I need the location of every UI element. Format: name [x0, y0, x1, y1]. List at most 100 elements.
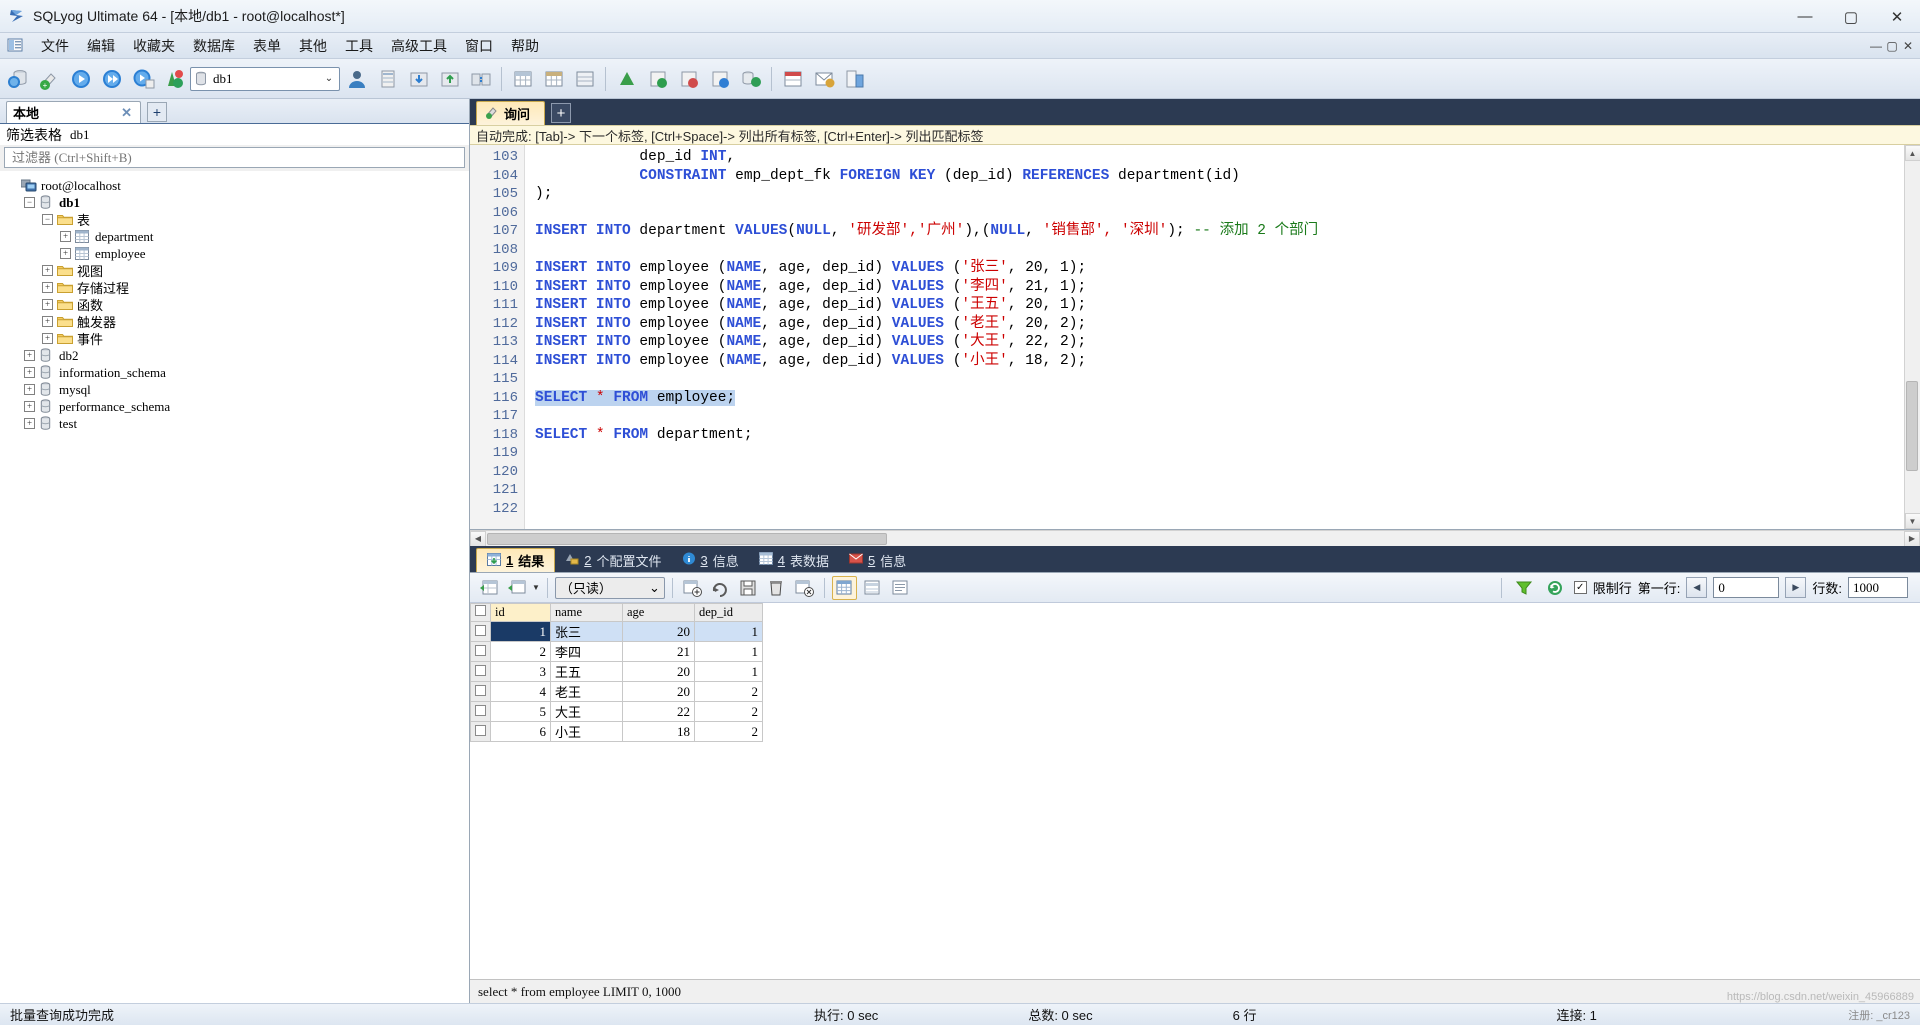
grid-mode-select[interactable]: （只读） ⌄	[554, 576, 665, 599]
notification-icon[interactable]	[809, 64, 838, 94]
mdi-close-button[interactable]: ✕	[1900, 37, 1916, 55]
filter-input-wrapper[interactable]	[4, 147, 465, 168]
save-record-icon[interactable]	[736, 576, 761, 600]
import-external-icon[interactable]	[612, 64, 641, 94]
cell-name[interactable]: 老王	[550, 681, 623, 702]
menu-item-2[interactable]: 收藏夹	[124, 34, 184, 58]
scheduler-icon[interactable]	[778, 64, 807, 94]
cell-id[interactable]: 6	[490, 721, 551, 742]
export-csv-icon[interactable]	[643, 64, 672, 94]
table-row[interactable]: 6 小王 18 2	[470, 721, 763, 742]
menu-item-8[interactable]: 窗口	[456, 34, 502, 58]
scroll-right-icon[interactable]: ▶	[1904, 530, 1920, 547]
tree-node-test[interactable]: + test	[0, 415, 469, 432]
result-tab-3[interactable]: 3 信息	[672, 548, 749, 572]
cell-id[interactable]: 3	[490, 661, 551, 682]
close-icon[interactable]: ✕	[119, 105, 134, 121]
add-connection-tab-button[interactable]: +	[147, 102, 167, 122]
code-line[interactable]: INSERT INTO employee (NAME, age, dep_id)…	[535, 278, 1904, 297]
row-count-input[interactable]	[1848, 577, 1908, 598]
menu-item-5[interactable]: 其他	[290, 34, 336, 58]
chevron-down-icon[interactable]: ▼	[532, 583, 540, 592]
cell-name[interactable]: 小王	[550, 721, 623, 742]
new-query-icon[interactable]: +	[35, 64, 64, 94]
code-line[interactable]: SELECT * FROM department;	[535, 426, 1904, 445]
database-selector[interactable]: db1 ⌄	[190, 66, 340, 91]
schema-designer-icon[interactable]	[373, 64, 402, 94]
menu-item-6[interactable]: 工具	[336, 34, 382, 58]
expand-icon[interactable]: +	[24, 367, 35, 378]
refresh-icon[interactable]	[1543, 576, 1568, 600]
expand-icon[interactable]: +	[60, 248, 71, 259]
tree-node-employee[interactable]: + employee	[0, 245, 469, 262]
editor-vertical-scrollbar[interactable]: ▲ ▼	[1904, 145, 1920, 529]
code-line[interactable]	[535, 241, 1904, 260]
add-query-tab-button[interactable]: +	[551, 103, 572, 123]
code-line[interactable]: SELECT * FROM employee;	[535, 389, 1904, 408]
result-tab-5[interactable]: 5 信息	[839, 548, 916, 572]
cell-dep_id[interactable]: 2	[694, 721, 763, 742]
code-line[interactable]	[535, 407, 1904, 426]
cell-age[interactable]: 20	[622, 621, 695, 642]
add-record-icon[interactable]	[680, 576, 705, 600]
menu-item-1[interactable]: 编辑	[78, 34, 124, 58]
column-header-age[interactable]: age	[622, 603, 695, 622]
code-line[interactable]: INSERT INTO employee (NAME, age, dep_id)…	[535, 296, 1904, 315]
code-line[interactable]: INSERT INTO employee (NAME, age, dep_id)…	[535, 315, 1904, 334]
column-header-id[interactable]: id	[490, 603, 551, 622]
column-header-name[interactable]: name	[550, 603, 623, 622]
code-line[interactable]	[535, 444, 1904, 463]
cell-id[interactable]: 4	[490, 681, 551, 702]
tree-node--[interactable]: + 事件	[0, 330, 469, 347]
cell-age[interactable]: 22	[622, 701, 695, 722]
code-line[interactable]: INSERT INTO employee (NAME, age, dep_id)…	[535, 352, 1904, 371]
copy-database-icon[interactable]	[736, 64, 765, 94]
filter-icon[interactable]	[1512, 576, 1537, 600]
sync-icon[interactable]	[466, 64, 495, 94]
cell-age[interactable]: 18	[622, 721, 695, 742]
limit-rows-checkbox[interactable]: ✓	[1573, 581, 1587, 594]
cell-id[interactable]: 1	[490, 621, 551, 642]
column-header-dep_id[interactable]: dep_id	[694, 603, 763, 622]
restore-icon[interactable]	[435, 64, 464, 94]
query-tab[interactable]: 询问	[476, 101, 546, 125]
refresh-record-icon[interactable]	[708, 576, 733, 600]
mdi-minimize-button[interactable]: —	[1868, 37, 1884, 55]
expand-icon[interactable]: +	[42, 282, 53, 293]
tree-node--[interactable]: + 触发器	[0, 313, 469, 330]
close-button[interactable]: ✕	[1874, 0, 1920, 33]
cell-dep_id[interactable]: 2	[694, 681, 763, 702]
code-line[interactable]: dep_id INT,	[535, 148, 1904, 167]
row-checkbox[interactable]	[470, 701, 491, 722]
tree-node-db2[interactable]: + db2	[0, 347, 469, 364]
export-excel-icon[interactable]	[705, 64, 734, 94]
tree-node--[interactable]: + 函数	[0, 296, 469, 313]
sql-code-area[interactable]: dep_id INT, CONSTRAINT emp_dept_fk FOREI…	[525, 145, 1904, 529]
first-row-prev-button[interactable]: ◀	[1686, 577, 1708, 598]
cell-dep_id[interactable]: 2	[694, 701, 763, 722]
collapse-icon[interactable]: −	[42, 214, 53, 225]
cell-name[interactable]: 王五	[550, 661, 623, 682]
collapse-icon[interactable]: −	[24, 197, 35, 208]
connection-tab-local[interactable]: 本地 ✕	[6, 101, 141, 123]
tree-node-performance-schema[interactable]: + performance_schema	[0, 398, 469, 415]
table-grid-icon-1[interactable]	[508, 64, 537, 94]
editor-horizontal-scrollbar[interactable]: ◀ ▶	[470, 530, 1920, 547]
expand-icon[interactable]: +	[24, 384, 35, 395]
user-manager-icon[interactable]	[342, 64, 371, 94]
tree-node-db1[interactable]: − db1	[0, 194, 469, 211]
cancel-record-icon[interactable]	[792, 576, 817, 600]
cell-name[interactable]: 大王	[550, 701, 623, 722]
form-view-icon[interactable]	[860, 576, 885, 600]
result-tab-1[interactable]: 1 结果	[476, 548, 556, 572]
code-line[interactable]	[535, 500, 1904, 519]
first-row-next-button[interactable]: ▶	[1785, 577, 1807, 598]
insert-row-dropdown-icon[interactable]	[504, 576, 529, 600]
grid-view-icon[interactable]	[831, 575, 857, 600]
execute-current-icon[interactable]	[128, 64, 157, 94]
table-grid-icon-2[interactable]	[539, 64, 568, 94]
code-line[interactable]	[535, 204, 1904, 223]
expand-icon[interactable]: +	[42, 299, 53, 310]
insert-row-icon[interactable]	[476, 576, 501, 600]
scroll-left-icon[interactable]: ◀	[470, 530, 486, 547]
